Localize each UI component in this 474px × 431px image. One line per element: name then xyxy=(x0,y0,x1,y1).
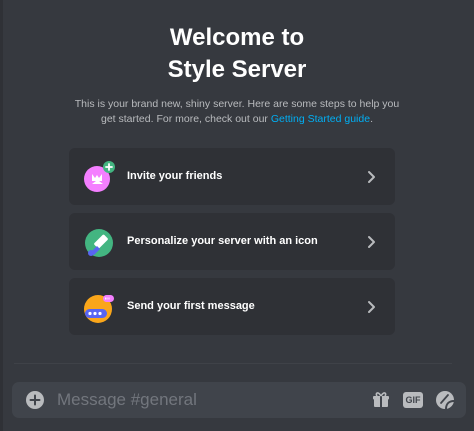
divider xyxy=(14,363,452,364)
personalize-server-label: Personalize your server with an icon xyxy=(127,235,318,247)
personalize-icon xyxy=(85,229,113,257)
sticker-icon[interactable] xyxy=(435,390,455,410)
gift-icon[interactable] xyxy=(371,390,391,410)
getting-started-link[interactable]: Getting Started guide xyxy=(271,113,370,125)
welcome-subtitle: This is your brand new, shiny server. He… xyxy=(67,97,407,127)
first-message-label: Send your first message xyxy=(127,300,255,312)
chevron-right-icon xyxy=(368,171,375,183)
first-message-icon xyxy=(84,295,114,323)
personalize-server-card[interactable]: Personalize your server with an icon xyxy=(69,213,395,270)
welcome-title: Welcome to Style Server xyxy=(0,22,474,86)
welcome-subtitle-end: . xyxy=(370,113,373,125)
chat-area: Welcome to Style Server This is your bra… xyxy=(0,0,474,431)
chevron-right-icon xyxy=(368,236,375,248)
message-input[interactable] xyxy=(57,382,357,418)
message-composer: GIF xyxy=(12,382,466,418)
gif-button[interactable]: GIF xyxy=(403,392,423,408)
invite-friends-icon xyxy=(84,161,115,192)
first-message-card[interactable]: Send your first message xyxy=(69,278,395,335)
getting-started-cards: Invite your friends Personalize your ser… xyxy=(69,148,395,343)
invite-friends-label: Invite your friends xyxy=(127,170,223,182)
welcome-section: Welcome to Style Server This is your bra… xyxy=(0,22,474,127)
chevron-right-icon xyxy=(368,301,375,313)
welcome-title-line2: Style Server xyxy=(167,56,307,83)
invite-friends-card[interactable]: Invite your friends xyxy=(69,148,395,205)
add-attachment-icon[interactable] xyxy=(25,390,45,410)
welcome-title-line1: Welcome to xyxy=(169,24,305,51)
